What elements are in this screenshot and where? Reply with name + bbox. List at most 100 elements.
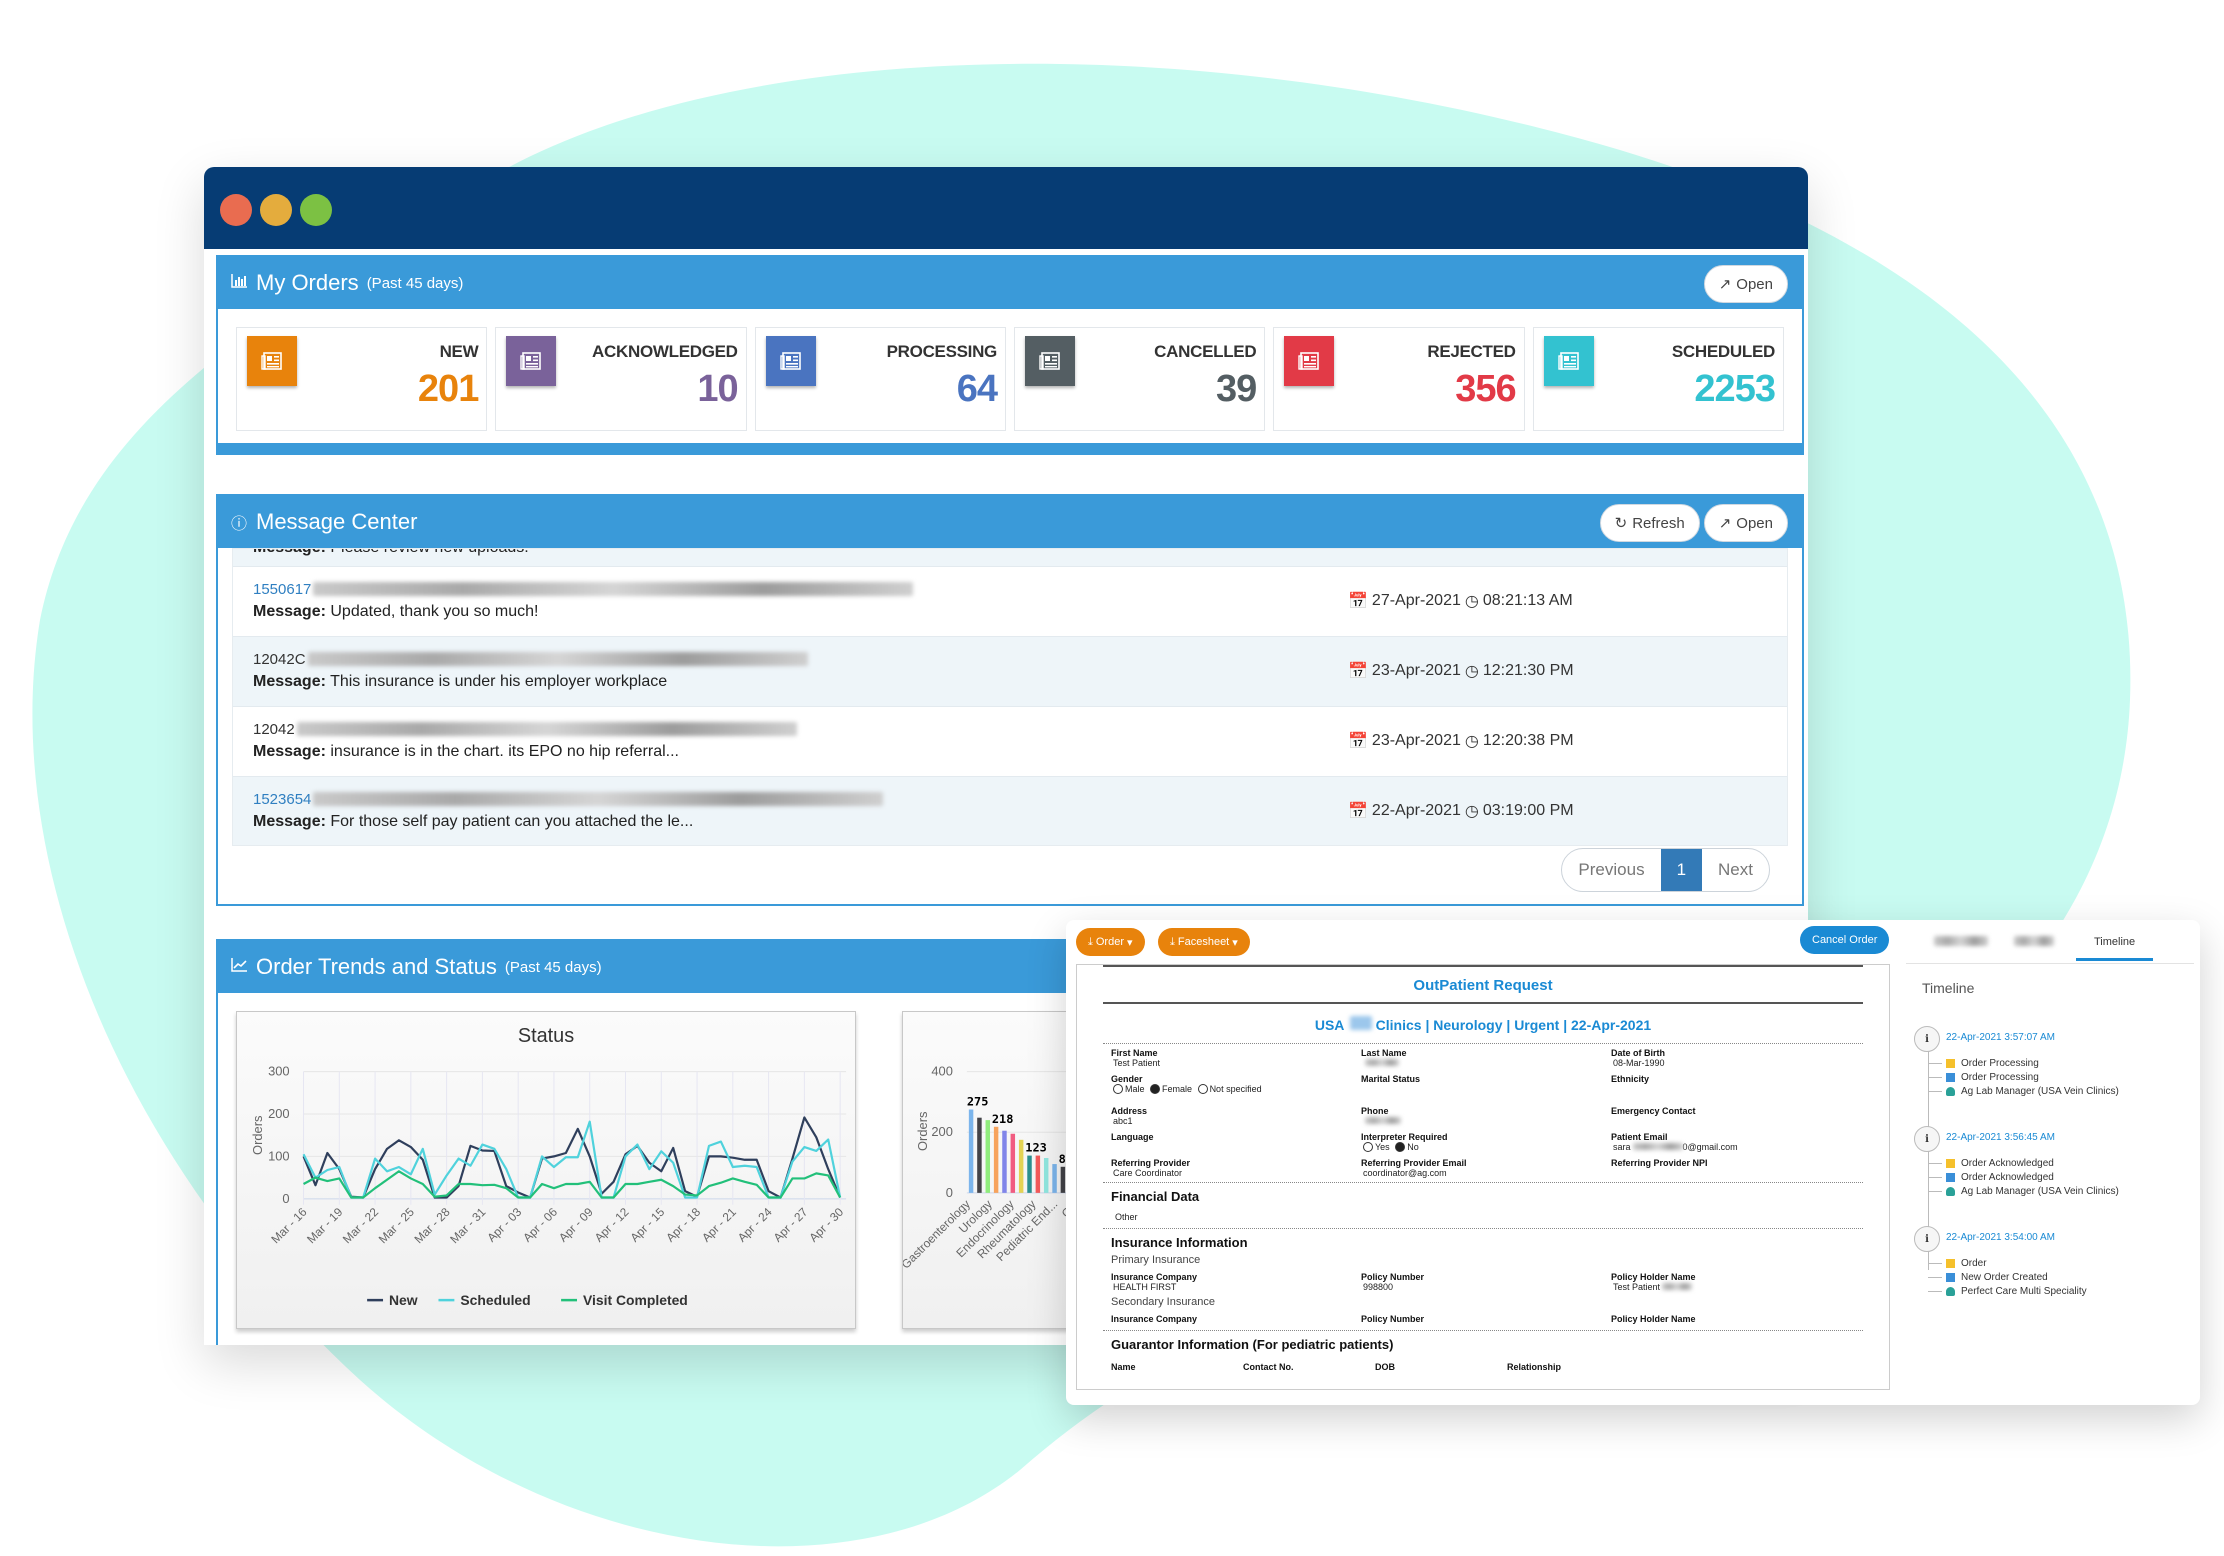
primary-insurance-grid: Insurance Company HEALTH FIRST Policy Num… — [1103, 1268, 1863, 1294]
message-list[interactable]: Message: Please review new uploads. 1550… — [232, 548, 1788, 846]
message-row[interactable]: 12042C Message: This insurance is under … — [233, 637, 1787, 707]
x-tick-label: Mar - 22 — [340, 1205, 382, 1247]
newspaper-icon — [1024, 336, 1075, 386]
x-tick-label: Apr - 21 — [699, 1205, 739, 1245]
tab-timeline[interactable]: Timeline — [2076, 936, 2154, 961]
last-name-value — [1361, 1058, 1611, 1070]
stat-label: CANCELLED — [1154, 342, 1257, 361]
info-icon: i — [1914, 1226, 1940, 1252]
secondary-insurance-heading: Secondary Insurance — [1111, 1296, 1215, 1308]
clock-icon: ◷ — [1464, 663, 1479, 680]
message-center-panel: ⓘ Message Center ↻ Refresh ↗ Open 155061… — [216, 494, 1804, 906]
info-icon: ⓘ — [230, 516, 247, 533]
page-1-button[interactable]: 1 — [1660, 849, 1703, 891]
calendar-icon: 📅 — [1348, 733, 1368, 750]
stat-tile-acknowledged[interactable]: ACKNOWLEDGED 10 — [495, 327, 747, 431]
message-row[interactable]: 12042 Message: insurance is in the chart… — [233, 707, 1787, 777]
x-tick-label: Apr - 06 — [520, 1205, 560, 1245]
newspaper-icon — [1284, 336, 1335, 386]
tab-1[interactable] — [1932, 936, 1988, 949]
note-icon — [1946, 1258, 1955, 1268]
timeline-pane: Timeline Timeline i 22-Apr-2021 3:57:07 … — [1906, 920, 2200, 1405]
facesheet-download-dropdown[interactable]: ⤓ Facesheet ▾ — [1158, 928, 1250, 956]
address-value: abc1 — [1113, 1116, 1133, 1126]
timeline-item: Order — [1928, 1256, 2087, 1270]
stat-tile-new[interactable]: NEW 201 — [236, 327, 488, 431]
calendar-icon: 📅 — [1348, 663, 1368, 680]
external-link-icon: ↗ — [1718, 515, 1732, 532]
gender-not-specified-radio[interactable]: Not specified — [1197, 1084, 1262, 1094]
stat-label: REJECTED — [1427, 342, 1516, 361]
line-chart-icon — [230, 957, 248, 977]
referring-provider-value: Care Coordinator — [1113, 1168, 1183, 1178]
newspaper-icon — [506, 336, 557, 386]
outpatient-request-sheet: OutPatient Request USA Clinics | Neurolo… — [1076, 964, 1890, 1390]
stat-tile-rejected[interactable]: REJECTED 356 — [1273, 327, 1525, 431]
message-row-partial[interactable]: Message: Please review new uploads. — [233, 549, 1787, 567]
interpreter-yes-radio[interactable]: Yes — [1363, 1142, 1390, 1152]
caret-down-icon: ▾ — [1232, 936, 1238, 949]
x-tick-label: Mar - 25 — [376, 1205, 418, 1247]
minimize-window-button[interactable] — [260, 194, 292, 226]
timeline-heading: Timeline — [1922, 980, 1975, 996]
message-timestamp: 📅 22-Apr-2021 ◷ 03:19:00 PM — [1348, 802, 1574, 820]
message-center-header: ⓘ Message Center ↻ Refresh ↗ Open — [218, 496, 1802, 548]
stat-value: 64 — [956, 368, 998, 410]
bar — [1043, 1158, 1049, 1193]
guarantor-columns: Name Contact No. DOB Relationship — [1111, 1362, 1562, 1372]
guarantor-heading: Guarantor Information (For pediatric pat… — [1111, 1337, 1394, 1352]
calendar-icon: 📅 — [1348, 803, 1368, 820]
bar — [1027, 1155, 1032, 1193]
next-page-button[interactable]: Next — [1702, 849, 1769, 891]
legend-item: Scheduled — [460, 1292, 530, 1308]
x-tick-label: Apr - 18 — [663, 1205, 703, 1245]
stat-value: 2253 — [1694, 368, 1776, 410]
my-orders-header: My Orders (Past 45 days) ↗ Open — [218, 257, 1802, 309]
gender-female-radio[interactable]: Female — [1150, 1084, 1192, 1094]
message-row[interactable]: 1523654 Message: For those self pay pati… — [233, 777, 1787, 845]
stat-tile-scheduled[interactable]: SCHEDULED 2253 — [1532, 327, 1784, 431]
redacted-text — [1365, 1117, 1401, 1124]
cancel-order-button[interactable]: Cancel Order — [1800, 926, 1890, 954]
my-orders-panel: My Orders (Past 45 days) ↗ Open NEW 201 … — [216, 255, 1804, 455]
previous-page-button[interactable]: Previous — [1562, 849, 1660, 891]
my-orders-open-button[interactable]: ↗ Open — [1703, 265, 1788, 303]
refresh-button[interactable]: ↻ Refresh — [1599, 504, 1700, 542]
order-download-dropdown[interactable]: ⤓ Order ▾ — [1076, 928, 1145, 956]
redacted-text — [1365, 1059, 1399, 1066]
tab-2[interactable] — [2012, 936, 2054, 949]
patient-email-value: sara 0@gmail.com — [1613, 1142, 1738, 1152]
maximize-window-button[interactable] — [300, 194, 332, 226]
interpreter-no-radio[interactable]: No — [1395, 1142, 1419, 1152]
stat-tile-cancelled[interactable]: CANCELLED 39 — [1013, 327, 1266, 431]
bar-chart-icon — [230, 273, 248, 293]
bar-data-label: 123 — [1025, 1141, 1047, 1155]
message-timestamp: 📅 23-Apr-2021 ◷ 12:21:30 PM — [1348, 662, 1574, 680]
download-icon: ⤓ — [1088, 935, 1093, 948]
bar — [1010, 1133, 1016, 1193]
timeline-item: Order Acknowledged — [1928, 1156, 2119, 1170]
newspaper-icon — [247, 336, 297, 386]
y-axis-label: Orders — [250, 1115, 265, 1154]
gender-male-radio[interactable]: Male — [1113, 1084, 1145, 1094]
panel-footer-bar — [218, 443, 1802, 453]
user-icon — [1946, 1186, 1955, 1196]
my-orders-subtitle: (Past 45 days) — [366, 274, 464, 292]
message-center-title: Message Center — [256, 509, 418, 534]
redacted-text — [296, 722, 797, 736]
refresh-icon: ↻ — [1614, 515, 1628, 532]
redacted-text — [1349, 1016, 1372, 1030]
stat-tile-processing[interactable]: PROCESSING 64 — [754, 327, 1006, 431]
bar — [1035, 1155, 1041, 1193]
message-row[interactable]: 1550617 Message: Updated, thank you so m… — [233, 567, 1787, 637]
message-timestamp: 📅 23-Apr-2021 ◷ 12:20:38 PM — [1348, 732, 1574, 750]
download-icon: ⤓ — [1170, 935, 1175, 948]
primary-policy-holder: Test Patient — [1611, 1282, 1855, 1294]
bar — [1052, 1164, 1057, 1193]
y-tick-label: 200 — [268, 1106, 290, 1121]
message-center-open-button[interactable]: ↗ Open — [1703, 504, 1788, 542]
timeline-item: Ag Lab Manager (USA Vein Clinics) — [1928, 1084, 2119, 1098]
sheet-subtitle: USA Clinics | Neurology | Urgent | 22-Ap… — [1314, 1016, 1652, 1033]
redacted-text — [313, 582, 914, 596]
close-window-button[interactable] — [220, 194, 252, 226]
